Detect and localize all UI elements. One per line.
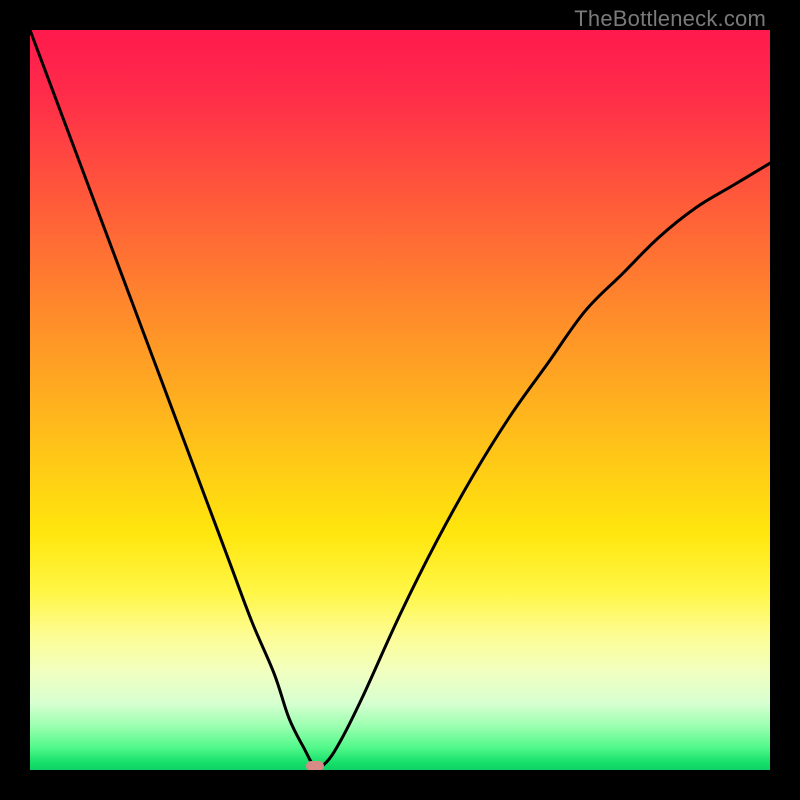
curve-svg [30, 30, 770, 770]
chart-frame: TheBottleneck.com [0, 0, 800, 800]
minimum-marker [306, 761, 324, 770]
plot-area [30, 30, 770, 770]
bottleneck-curve [30, 30, 770, 768]
watermark-text: TheBottleneck.com [574, 6, 766, 32]
